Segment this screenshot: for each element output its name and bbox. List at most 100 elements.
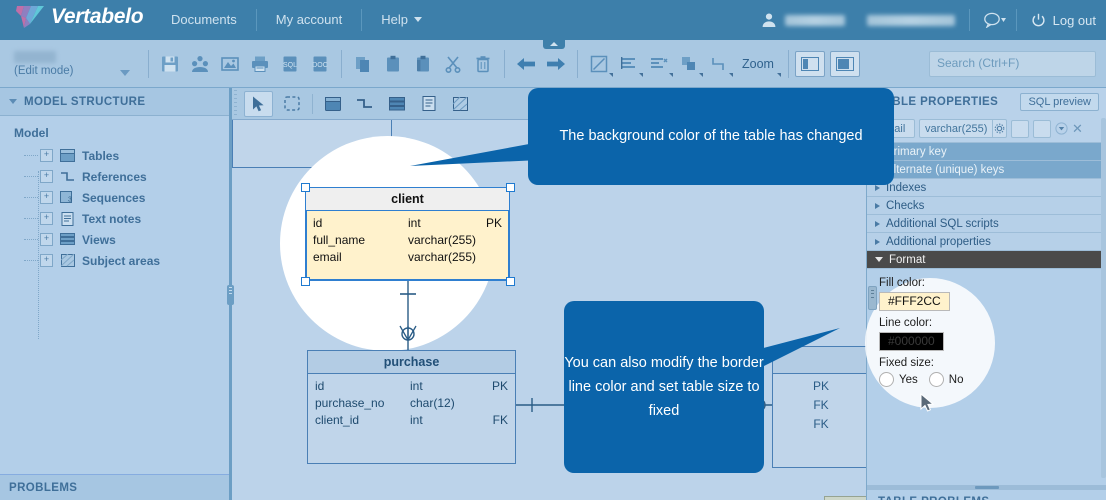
line-color-value[interactable]: #000000 <box>879 332 944 351</box>
left-panel-splitter-handle[interactable] <box>227 285 234 305</box>
search-box[interactable] <box>929 51 1096 77</box>
sidebar-item-sequences[interactable]: + 3 Sequences <box>14 187 232 208</box>
chevron-down-icon[interactable] <box>729 72 733 77</box>
expand-toggle[interactable]: + <box>40 191 53 204</box>
print-button[interactable] <box>245 49 275 79</box>
line-style-button[interactable] <box>584 49 614 79</box>
chevron-down-icon[interactable] <box>669 72 673 77</box>
arrange-button[interactable] <box>674 49 704 79</box>
distribute-button[interactable] <box>644 49 674 79</box>
column-key <box>476 232 502 249</box>
sidebar-item-text-notes[interactable]: + Text notes <box>14 208 232 229</box>
callout-text: You can also modify the border line colo… <box>564 355 764 419</box>
share-button[interactable] <box>185 49 215 79</box>
nav-help[interactable]: Help <box>362 0 441 40</box>
column-name: client_id <box>315 413 360 427</box>
column-options-dropdown[interactable] <box>1055 122 1068 135</box>
copy-button[interactable] <box>348 49 378 79</box>
cut-button[interactable] <box>438 49 468 79</box>
gear-icon[interactable] <box>992 119 1006 138</box>
expand-toggle[interactable]: + <box>40 149 53 162</box>
section-additional-properties[interactable]: Additional properties <box>867 233 1106 251</box>
search-input[interactable] <box>930 52 1095 74</box>
generate-doc-button[interactable]: DOC <box>305 49 335 79</box>
resize-handle-nw[interactable] <box>301 183 310 192</box>
fixed-size-yes-radio[interactable] <box>879 372 894 387</box>
section-format[interactable]: Format <box>867 251 1106 269</box>
column-type: int <box>410 413 423 427</box>
logout-button[interactable]: Log out <box>1031 13 1096 28</box>
panel-drag-handle[interactable] <box>868 286 877 310</box>
sidebar-item-tables[interactable]: + Tables <box>14 145 232 166</box>
collapse-toolbar-tab[interactable] <box>543 40 565 49</box>
table-columns: id int PK full_name varchar(255) email v… <box>306 211 509 266</box>
problems-panel-header[interactable]: PROBLEMS <box>0 474 232 500</box>
er-table-purchase[interactable]: purchase id int PK purchase_no char(12) … <box>307 350 516 464</box>
paste-button[interactable] <box>378 49 408 79</box>
toggle-right-panel-button[interactable] <box>829 50 860 77</box>
toolbar-divider <box>504 49 505 78</box>
model-name-redacted <box>14 50 56 63</box>
table-problems-header: TABLE PROBLEMS <box>867 491 1106 500</box>
nav-documents[interactable]: Documents <box>152 0 256 40</box>
section-additional-sql-scripts[interactable]: Additional SQL scripts <box>867 215 1106 233</box>
section-label: Alternate (unique) keys <box>886 163 1005 176</box>
save-button[interactable] <box>155 49 185 79</box>
table-problems-splitter[interactable] <box>867 485 1106 490</box>
sidebar-item-label: Sequences <box>82 190 146 205</box>
diagram-note-shape[interactable] <box>824 496 866 500</box>
model-structure-panel: MODEL STRUCTURE Model + Tables + Referen… <box>0 88 233 500</box>
nav-my-account[interactable]: My account <box>257 0 361 40</box>
chevron-down-icon[interactable] <box>639 72 643 77</box>
sidebar-item-references[interactable]: + References <box>14 166 232 187</box>
expand-toggle[interactable]: + <box>40 254 53 267</box>
section-alternate-keys[interactable]: Alternate (unique) keys <box>867 161 1106 179</box>
sidebar-item-views[interactable]: + Views <box>14 229 232 250</box>
model-structure-header[interactable]: MODEL STRUCTURE <box>0 88 232 116</box>
section-primary-key[interactable]: Primary key <box>867 143 1106 161</box>
svg-text:SQL: SQL <box>283 62 297 69</box>
sql-preview-button[interactable]: SQL preview <box>1020 92 1099 111</box>
column-type: int <box>410 379 423 393</box>
tree-connector <box>24 175 38 178</box>
routing-button[interactable] <box>704 49 734 79</box>
page-title: TABLE PROPERTIES <box>877 95 999 108</box>
fixed-size-no-radio[interactable] <box>928 372 944 387</box>
model-name-and-mode[interactable]: (Edit mode) <box>0 50 142 77</box>
expand-toggle[interactable]: + <box>40 233 53 246</box>
toolbar-divider <box>148 49 149 78</box>
redo-button[interactable] <box>541 49 571 79</box>
section-checks[interactable]: Checks <box>867 197 1106 215</box>
table-title: client <box>306 188 509 211</box>
delete-button[interactable] <box>468 49 498 79</box>
sidebar-item-subject-areas[interactable]: + Subject areas <box>14 250 232 271</box>
column-type-field[interactable]: varchar(255) <box>920 123 992 135</box>
generate-sql-button[interactable]: SQL <box>275 49 305 79</box>
feedback-chat-icon[interactable] <box>983 12 1006 29</box>
fill-color-value[interactable]: #FFF2CC <box>879 292 950 311</box>
paste-special-button[interactable] <box>408 49 438 79</box>
export-image-button[interactable] <box>215 49 245 79</box>
remove-column-button[interactable]: ✕ <box>1072 121 1083 137</box>
align-button[interactable] <box>614 49 644 79</box>
chevron-down-icon[interactable] <box>699 72 703 77</box>
resize-handle-ne[interactable] <box>506 183 515 192</box>
tree-connector <box>24 196 38 199</box>
brand-logo[interactable]: Vertabelo <box>16 4 144 30</box>
resize-handle-sw[interactable] <box>301 277 310 286</box>
expand-toggle[interactable]: + <box>40 170 53 183</box>
column-pk-checkbox[interactable] <box>1011 119 1029 138</box>
chevron-down-icon[interactable] <box>120 69 130 76</box>
resize-handle-se[interactable] <box>506 277 515 286</box>
zoom-button[interactable]: Zoom <box>734 49 782 79</box>
tree-root-model[interactable]: Model <box>14 126 232 140</box>
section-indexes[interactable]: Indexes <box>867 179 1106 197</box>
subject-area-icon <box>60 253 75 268</box>
toggle-left-panel-button[interactable] <box>794 50 825 77</box>
undo-button[interactable] <box>511 49 541 79</box>
er-table-client[interactable]: client id int PK full_name varchar(255) … <box>305 187 510 281</box>
column-nullable-checkbox[interactable] <box>1033 119 1051 138</box>
chevron-down-icon[interactable] <box>776 72 781 77</box>
chevron-down-icon[interactable] <box>609 72 613 77</box>
expand-toggle[interactable]: + <box>40 212 53 225</box>
